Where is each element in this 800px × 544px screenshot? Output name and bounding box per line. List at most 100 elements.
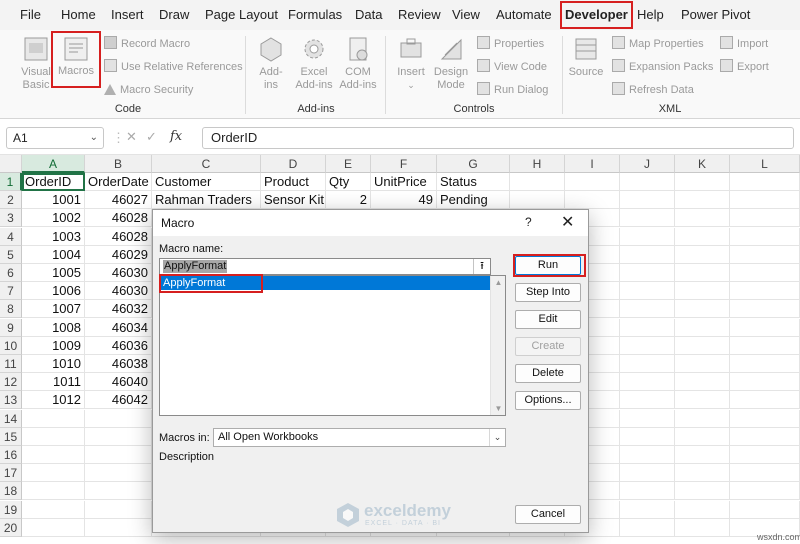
- unit-price-cell[interactable]: 49: [371, 191, 437, 210]
- grid-cell[interactable]: [675, 282, 730, 301]
- menu-formulas[interactable]: Formulas: [288, 0, 342, 30]
- grid-cell[interactable]: [620, 427, 675, 446]
- cancel-button[interactable]: Cancel: [515, 505, 581, 524]
- grid-cell[interactable]: [675, 245, 730, 264]
- grid-cell[interactable]: [730, 209, 800, 228]
- map-properties-button[interactable]: Map Properties: [612, 35, 704, 53]
- row-header[interactable]: 15: [0, 427, 22, 446]
- grid-cell[interactable]: [22, 427, 85, 446]
- grid-cell[interactable]: [730, 446, 800, 464]
- grid-cell[interactable]: [730, 173, 800, 191]
- grid-cell[interactable]: [675, 173, 730, 191]
- grid-cell[interactable]: [620, 300, 675, 319]
- grid-cell[interactable]: [22, 482, 85, 501]
- row-header[interactable]: 1: [0, 173, 22, 191]
- column-header[interactable]: A: [22, 155, 85, 173]
- column-header[interactable]: L: [730, 155, 800, 173]
- order-date-cell[interactable]: 46030: [85, 264, 152, 282]
- grid-cell[interactable]: [620, 264, 675, 282]
- status-cell[interactable]: Pending: [437, 191, 510, 210]
- grid-cell[interactable]: [675, 373, 730, 392]
- order-date-cell[interactable]: 46027: [85, 191, 152, 210]
- column-header[interactable]: F: [371, 155, 437, 173]
- qty-cell[interactable]: 2: [326, 191, 371, 210]
- grid-cell[interactable]: [22, 500, 85, 519]
- grid-cell[interactable]: [730, 245, 800, 264]
- grid-cell[interactable]: [85, 446, 152, 464]
- help-button[interactable]: ?: [525, 215, 532, 229]
- grid-cell[interactable]: [675, 300, 730, 319]
- grid-cell[interactable]: [620, 518, 675, 537]
- row-header[interactable]: 13: [0, 391, 22, 410]
- row-header[interactable]: 17: [0, 464, 22, 483]
- grid-cell[interactable]: [620, 409, 675, 428]
- row-header[interactable]: 20: [0, 518, 22, 537]
- row-header[interactable]: 12: [0, 373, 22, 392]
- grid-cell[interactable]: [730, 427, 800, 446]
- source-button[interactable]: Source: [568, 35, 604, 79]
- grid-cell[interactable]: [730, 264, 800, 282]
- cancel-icon[interactable]: ✕: [126, 129, 137, 145]
- menu-review[interactable]: Review: [398, 0, 441, 30]
- grid-cell[interactable]: [675, 191, 730, 210]
- row-header[interactable]: 3: [0, 209, 22, 228]
- grid-cell[interactable]: [620, 446, 675, 464]
- menu-view[interactable]: View: [452, 0, 480, 30]
- name-box[interactable]: A1 ⌄: [6, 127, 104, 149]
- macros-in-select[interactable]: All Open Workbooks ⌄: [213, 428, 506, 447]
- upload-arrow-icon[interactable]: ⭱: [473, 259, 490, 274]
- grid-cell[interactable]: [85, 518, 152, 537]
- order-id-cell[interactable]: 1010: [22, 355, 85, 373]
- use-relative-references-button[interactable]: Use Relative References: [104, 58, 243, 76]
- row-header[interactable]: 14: [0, 409, 22, 428]
- row-header[interactable]: 7: [0, 282, 22, 301]
- order-date-cell[interactable]: 46028: [85, 227, 152, 246]
- grid-cell[interactable]: [675, 409, 730, 428]
- chevron-down-icon[interactable]: ⌄: [489, 429, 505, 446]
- order-date-cell[interactable]: 46034: [85, 318, 152, 337]
- grid-cell[interactable]: [675, 391, 730, 410]
- excel-add-ins-button[interactable]: Excel Add-ins: [292, 35, 336, 92]
- order-date-cell[interactable]: 46038: [85, 355, 152, 373]
- grid-cell[interactable]: [510, 191, 565, 210]
- header-cell[interactable]: OrderID: [22, 173, 85, 191]
- row-header[interactable]: 11: [0, 355, 22, 373]
- order-date-cell[interactable]: 46036: [85, 336, 152, 355]
- grid-cell[interactable]: [730, 318, 800, 337]
- header-cell[interactable]: UnitPrice: [371, 173, 437, 191]
- row-header[interactable]: 19: [0, 500, 22, 519]
- grid-cell[interactable]: [730, 409, 800, 428]
- list-scrollbar[interactable]: ▲ ▼: [490, 276, 505, 415]
- grid-cell[interactable]: [675, 227, 730, 246]
- grid-cell[interactable]: [675, 209, 730, 228]
- insert-control-button[interactable]: Insert ⌄: [393, 35, 429, 92]
- grid-cell[interactable]: [675, 482, 730, 501]
- export-button[interactable]: Export: [720, 58, 769, 76]
- grid-cell[interactable]: [675, 336, 730, 355]
- row-header[interactable]: 4: [0, 227, 22, 246]
- header-cell[interactable]: Customer: [152, 173, 261, 191]
- grid-cell[interactable]: [85, 427, 152, 446]
- product-cell[interactable]: Sensor Kit: [261, 191, 326, 210]
- menu-data[interactable]: Data: [355, 0, 382, 30]
- grid-cell[interactable]: [22, 518, 85, 537]
- grid-cell[interactable]: [620, 318, 675, 337]
- grid-cell[interactable]: [730, 336, 800, 355]
- menu-page-layout[interactable]: Page Layout: [205, 0, 278, 30]
- order-date-cell[interactable]: 46032: [85, 300, 152, 319]
- column-header[interactable]: H: [510, 155, 565, 173]
- column-header[interactable]: C: [152, 155, 261, 173]
- grid-cell[interactable]: [675, 264, 730, 282]
- delete-button[interactable]: Delete: [515, 364, 581, 383]
- order-date-cell[interactable]: 46030: [85, 282, 152, 301]
- menu-draw[interactable]: Draw: [159, 0, 189, 30]
- grid-cell[interactable]: [675, 355, 730, 373]
- grid-cell[interactable]: [730, 282, 800, 301]
- menu-developer[interactable]: Developer: [559, 0, 634, 30]
- order-date-cell[interactable]: 46028: [85, 209, 152, 228]
- grid-cell[interactable]: [620, 391, 675, 410]
- order-id-cell[interactable]: 1008: [22, 318, 85, 337]
- design-mode-button[interactable]: Design Mode: [432, 35, 470, 92]
- grid-cell[interactable]: [675, 464, 730, 483]
- add-ins-button[interactable]: Add-ins: [253, 35, 289, 92]
